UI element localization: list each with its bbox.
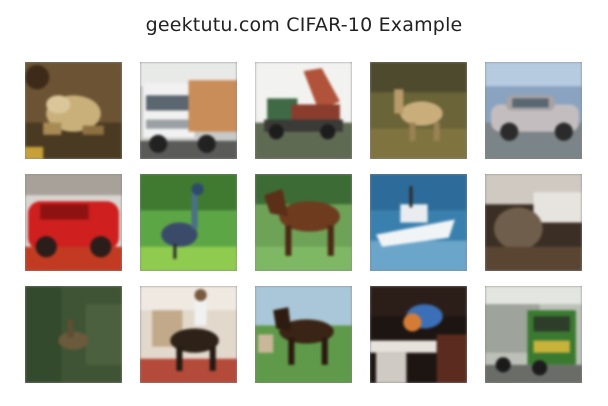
image-tile-red-car	[25, 174, 122, 271]
image-tile-deer	[370, 62, 467, 159]
image-tile-green-truck	[485, 286, 582, 383]
image-tile-bird-perch	[370, 286, 467, 383]
image-tile-bird	[140, 174, 237, 271]
image-tile-dump-truck	[255, 62, 352, 159]
image-tile-deer-forest	[25, 286, 122, 383]
image-tile-horse	[255, 174, 352, 271]
image-tile-truck	[140, 62, 237, 159]
image-tile-cat	[485, 174, 582, 271]
image-tile-ship	[370, 174, 467, 271]
image-tile-automobile	[485, 62, 582, 159]
image-tile-frog	[25, 62, 122, 159]
image-grid	[0, 0, 608, 406]
image-tile-horse-rider	[140, 286, 237, 383]
image-tile-horse-field	[255, 286, 352, 383]
